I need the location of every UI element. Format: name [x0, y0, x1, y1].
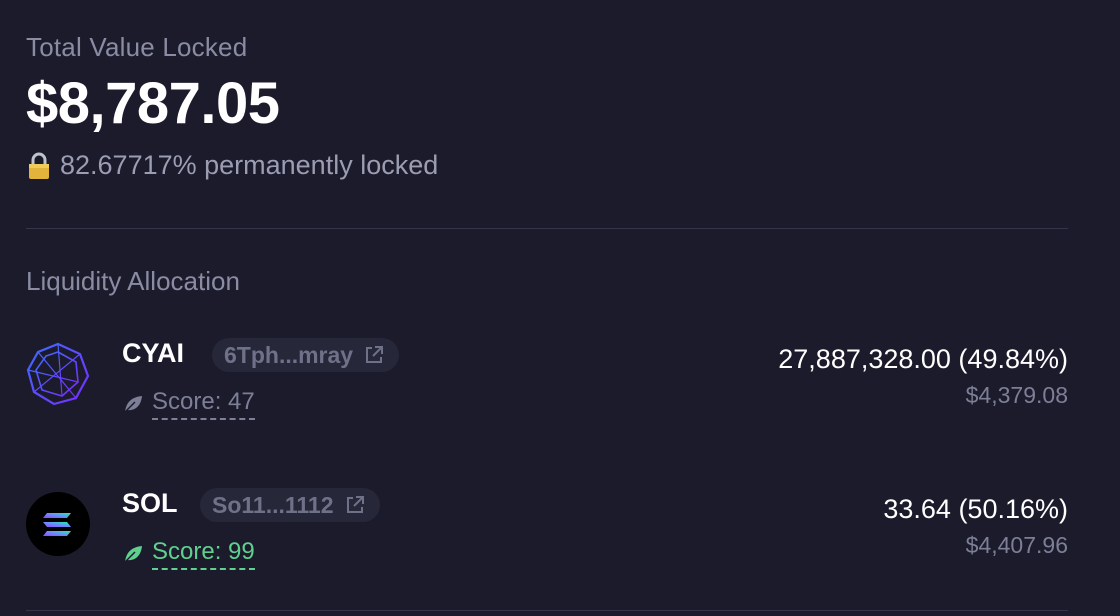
score-label: Score: 47 — [152, 388, 255, 420]
divider — [26, 610, 1068, 611]
divider — [26, 228, 1068, 229]
token-score[interactable]: Score: 99 — [122, 538, 255, 570]
external-link-icon — [344, 494, 366, 516]
leaf-icon — [122, 393, 144, 415]
token-address: So11...1112 — [212, 491, 334, 518]
token-symbol: CYAI — [122, 338, 185, 368]
token-usd-value: $4,407.96 — [965, 532, 1068, 558]
token-amount: 27,887,328.00 (49.84%) — [778, 344, 1068, 374]
tvl-value: $8,787.05 — [26, 71, 280, 136]
token-address-link[interactable]: 6Tph...mray — [212, 338, 400, 372]
locked-percentage: 82.67717% permanently locked — [26, 150, 438, 181]
token-symbol: SOL — [122, 488, 178, 518]
lock-icon — [26, 151, 52, 181]
token-amount: 33.64 (50.16%) — [883, 494, 1068, 524]
leaf-icon — [122, 543, 144, 565]
token-address-link[interactable]: So11...1112 — [200, 488, 380, 522]
cyai-logo-icon — [26, 342, 90, 406]
tvl-label: Total Value Locked — [26, 32, 248, 62]
liquidity-panel: Total Value Locked $8,787.05 82.67717% p… — [0, 0, 1120, 616]
external-link-icon — [363, 344, 385, 366]
locked-text: 82.67717% permanently locked — [60, 150, 439, 180]
sol-logo-icon — [26, 492, 90, 556]
allocation-title: Liquidity Allocation — [26, 266, 240, 296]
token-row-sol: SOL So11...1112 Score: 99 33.64 (50.16%)… — [26, 480, 1068, 590]
token-score[interactable]: Score: 47 — [122, 388, 255, 420]
token-row-cyai: CYAI 6Tph...mray Score: 47 27,887,328.00… — [26, 330, 1068, 440]
token-address: 6Tph...mray — [224, 341, 354, 368]
score-label: Score: 99 — [152, 538, 255, 570]
token-usd-value: $4,379.08 — [965, 382, 1068, 408]
